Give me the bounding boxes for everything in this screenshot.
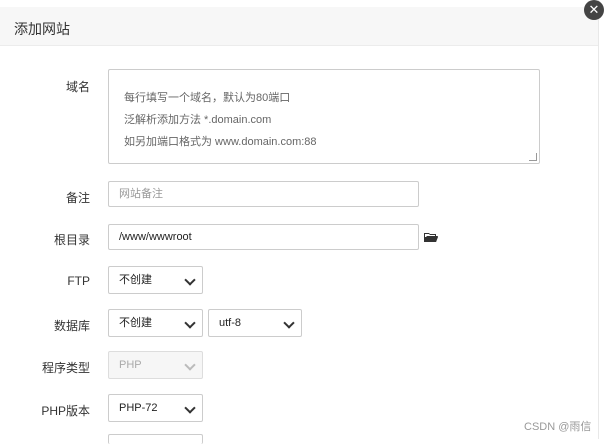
php-version-label: PHP版本 <box>41 404 90 418</box>
dialog-right-border <box>598 0 599 439</box>
remark-input[interactable]: 网站备注 <box>108 181 419 207</box>
root-dir-label: 根目录 <box>53 233 90 247</box>
chevron-down-icon <box>283 317 295 329</box>
php-version-select-value: PHP-72 <box>119 402 158 414</box>
chevron-down-icon <box>184 317 196 329</box>
root-dir-value: /www/wwwroot <box>119 231 192 243</box>
dialog-titlebar: 添加网站 <box>0 7 598 46</box>
ftp-label: FTP <box>67 274 90 288</box>
close-icon[interactable]: ✕ <box>584 0 604 20</box>
watermark: CSDN @雨信 <box>524 421 592 433</box>
domain-label: 域名 <box>65 80 90 94</box>
domain-placeholder-line-1: 每行填写一个域名，默认为80端口 <box>124 92 291 104</box>
add-website-dialog: 添加网站 域名 每行填写一个域名，默认为80端口 泛解析添加方法 *.domai… <box>0 0 598 444</box>
next-field-select[interactable] <box>108 434 203 444</box>
ftp-select[interactable]: 不创建 <box>108 266 203 294</box>
php-version-select[interactable]: PHP-72 <box>108 394 203 422</box>
charset-select[interactable]: utf-8 <box>208 309 302 337</box>
chevron-down-icon <box>184 402 196 414</box>
ftp-select-value: 不创建 <box>119 274 152 286</box>
dialog-title: 添加网站 <box>14 21 70 37</box>
folder-icon[interactable] <box>424 233 438 243</box>
program-type-label: 程序类型 <box>41 361 90 375</box>
program-type-select: PHP <box>108 351 203 379</box>
remark-placeholder: 网站备注 <box>119 188 163 200</box>
resize-grip-icon[interactable] <box>529 153 537 161</box>
chevron-down-icon <box>184 359 196 371</box>
chevron-down-icon <box>184 274 196 286</box>
domain-placeholder-line-3: 如另加端口格式为 www.domain.com:88 <box>124 136 317 148</box>
remark-label: 备注 <box>65 191 90 205</box>
domain-textarea[interactable]: 每行填写一个域名，默认为80端口 泛解析添加方法 *.domain.com 如另… <box>108 69 540 164</box>
root-dir-input[interactable]: /www/wwwroot <box>108 224 419 250</box>
program-type-select-value: PHP <box>119 359 142 371</box>
database-select[interactable]: 不创建 <box>108 309 203 337</box>
database-select-value: 不创建 <box>119 317 152 329</box>
domain-placeholder-line-2: 泛解析添加方法 *.domain.com <box>124 114 272 126</box>
database-label: 数据库 <box>53 319 90 333</box>
charset-select-value: utf-8 <box>219 317 242 329</box>
